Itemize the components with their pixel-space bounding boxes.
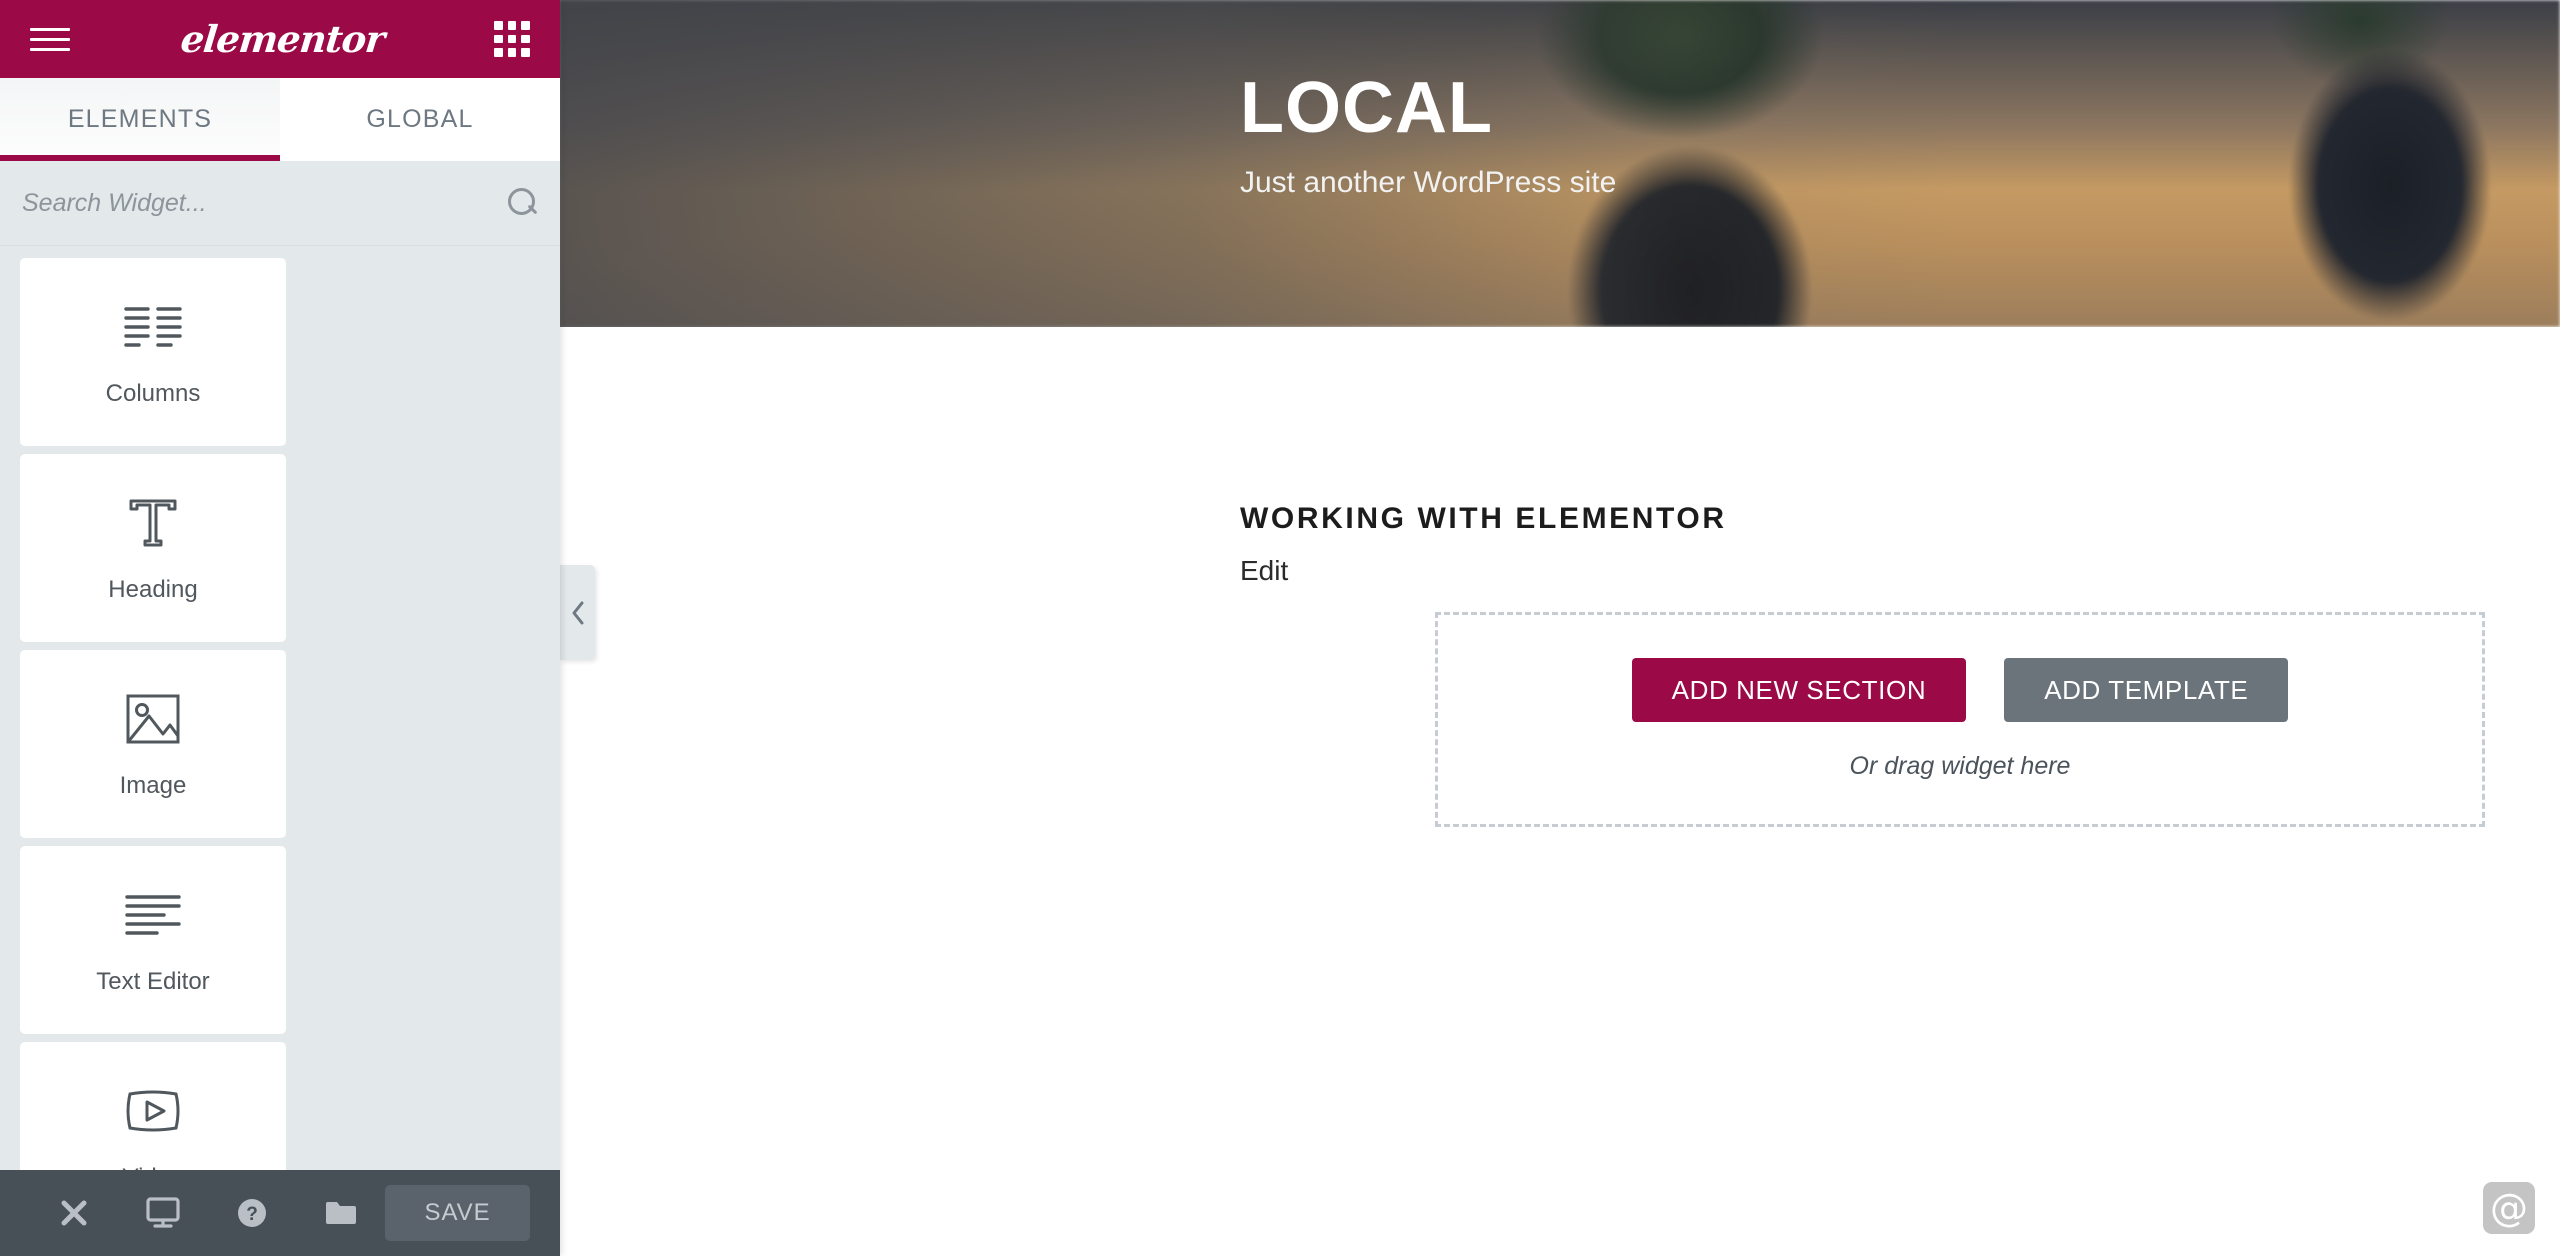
widget-video[interactable]: Video <box>20 1042 286 1170</box>
widget-label: Columns <box>105 380 201 407</box>
widget-heading[interactable]: Heading <box>20 454 286 642</box>
widget-search-row <box>0 161 560 246</box>
dropzone-buttons: ADD NEW SECTION ADD TEMPLATE <box>1631 658 2289 722</box>
add-section-dropzone[interactable]: ADD NEW SECTION ADD TEMPLATE Or drag wid… <box>1435 612 2485 827</box>
hero-text-block: LOCAL Just another WordPress site <box>1240 72 1616 200</box>
elementor-logo: elementor <box>178 17 386 61</box>
folder-library-icon[interactable] <box>296 1170 385 1256</box>
site-tagline: Just another WordPress site <box>1240 166 1617 199</box>
panel-footer: ? SAVE <box>0 1170 560 1256</box>
widget-label: Image <box>119 772 187 799</box>
tab-elements-label: ELEMENTS <box>67 105 213 133</box>
widget-list: Columns Heading Image Text Editor <box>0 246 560 1170</box>
tab-elements[interactable]: ELEMENTS <box>0 78 280 161</box>
page-title: WORKING WITH ELEMENTOR <box>1240 502 1727 535</box>
page-canvas: LOCAL Just another WordPress site WORKIN… <box>560 0 2560 1256</box>
elementor-editor: elementor ELEMENTS GLOBAL Search Widget.… <box>0 0 2560 1256</box>
question-help-icon[interactable]: ? <box>208 1170 297 1256</box>
search-icon[interactable] <box>508 188 538 218</box>
widget-panel: elementor ELEMENTS GLOBAL Search Widget.… <box>0 0 560 1256</box>
panel-collapse-handle[interactable] <box>560 565 595 660</box>
columns-icon <box>123 296 183 358</box>
tab-global[interactable]: GLOBAL <box>280 78 560 161</box>
hamburger-icon[interactable] <box>30 24 70 54</box>
dropzone-hint: Or drag widget here <box>1849 752 2071 780</box>
svg-text:?: ? <box>246 1204 258 1225</box>
search-input[interactable] <box>22 188 508 218</box>
chevron-left-icon <box>572 601 583 624</box>
image-picture-icon <box>125 688 181 750</box>
at-badge-label: @ <box>2490 1186 2528 1230</box>
grid-apps-icon[interactable] <box>494 21 530 57</box>
widget-label: Heading <box>108 576 198 603</box>
widget-label: Text Editor <box>96 968 210 995</box>
desktop-monitor-icon[interactable] <box>119 1170 208 1256</box>
text-lines-icon <box>124 884 182 946</box>
site-title: LOCAL <box>1240 68 1493 148</box>
panel-tabs: ELEMENTS GLOBAL <box>0 78 560 161</box>
widget-image[interactable]: Image <box>20 650 286 838</box>
edit-link[interactable]: Edit <box>1240 555 1288 587</box>
hero-section: LOCAL Just another WordPress site <box>560 0 2560 327</box>
add-template-button[interactable]: ADD TEMPLATE <box>2004 658 2289 722</box>
widget-text-editor[interactable]: Text Editor <box>20 846 286 1034</box>
at-badge[interactable]: @ <box>2483 1182 2535 1234</box>
panel-header: elementor <box>0 0 560 78</box>
video-play-icon <box>122 1080 184 1142</box>
close-x-icon[interactable] <box>30 1170 119 1256</box>
save-button[interactable]: SAVE <box>385 1185 530 1241</box>
add-new-section-button[interactable]: ADD NEW SECTION <box>1631 658 1967 722</box>
widget-columns[interactable]: Columns <box>20 258 286 446</box>
tab-global-label: GLOBAL <box>366 105 474 133</box>
heading-text-icon <box>125 492 181 554</box>
